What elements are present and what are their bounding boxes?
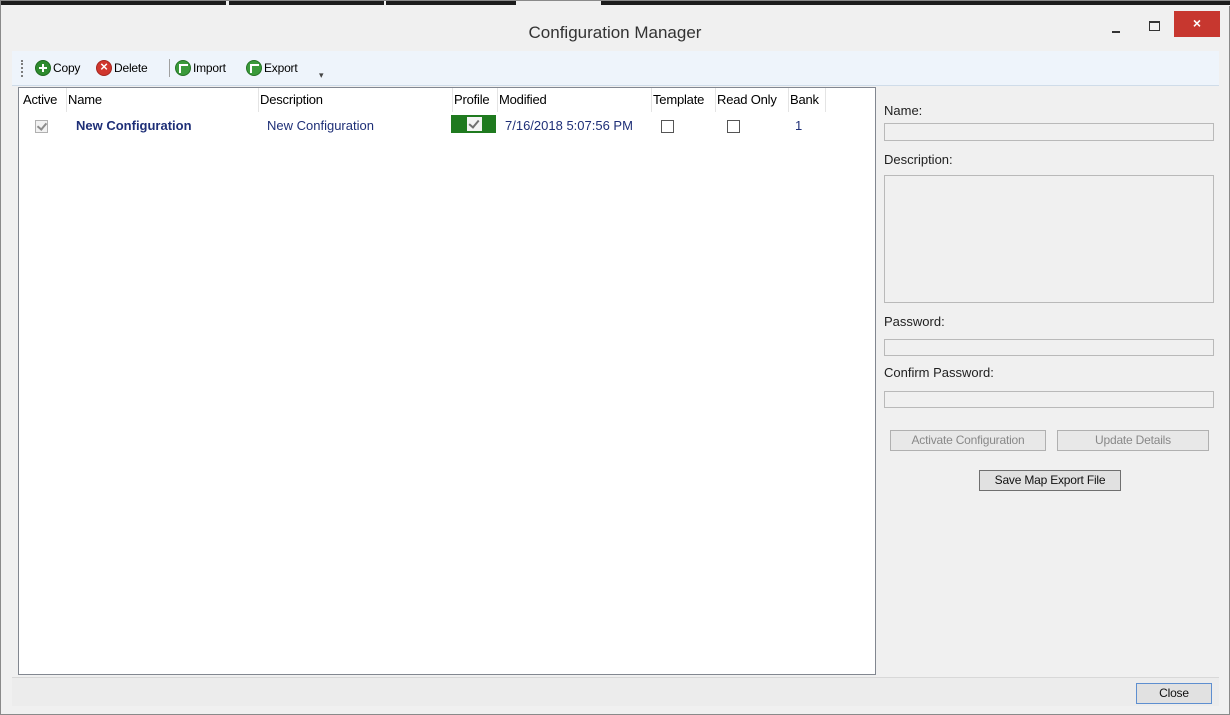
configuration-name-cell: New Configuration [76, 118, 192, 133]
copy-button[interactable]: Copy [35, 58, 80, 78]
column-header-profile[interactable]: Profile [454, 92, 490, 107]
grid-header: Active Name Description Profile Modified… [19, 88, 875, 112]
column-divider[interactable] [715, 88, 716, 112]
export-icon [246, 60, 262, 76]
modified-cell: 7/16/2018 5:07:56 PM [505, 118, 633, 133]
column-header-active[interactable]: Active [23, 92, 57, 107]
column-divider[interactable] [452, 88, 453, 112]
column-divider[interactable] [651, 88, 652, 112]
maximize-button[interactable] [1135, 10, 1173, 36]
name-field[interactable] [884, 123, 1214, 141]
read-only-checkbox[interactable] [727, 120, 740, 133]
bank-cell: 1 [795, 118, 803, 133]
column-divider[interactable] [258, 88, 259, 112]
column-divider[interactable] [825, 88, 826, 112]
description-field[interactable] [884, 175, 1214, 303]
column-header-bank[interactable]: Bank [790, 92, 819, 107]
delete-button[interactable]: Delete [96, 58, 148, 78]
configuration-description-cell: New Configuration [267, 118, 374, 133]
configuration-manager-window: Configuration Manager × Copy Delete Impo… [0, 0, 1230, 715]
import-icon [175, 60, 191, 76]
minimize-button[interactable] [1095, 10, 1133, 36]
add-icon [35, 60, 51, 76]
confirm-password-label: Confirm Password: [884, 365, 994, 380]
password-field[interactable] [884, 339, 1214, 356]
toolbar-grip[interactable] [21, 60, 25, 77]
import-button[interactable]: Import [175, 58, 226, 78]
template-checkbox[interactable] [661, 120, 674, 133]
column-divider[interactable] [66, 88, 67, 112]
table-row[interactable]: New Configuration New Configuration 7/16… [19, 112, 875, 140]
copy-label: Copy [53, 61, 81, 75]
status-bar [12, 677, 1219, 706]
update-details-button[interactable]: Update Details [1057, 430, 1209, 451]
description-label: Description: [884, 152, 953, 167]
import-label: Import [193, 61, 226, 75]
profile-checkbox[interactable] [467, 117, 482, 131]
delete-icon [96, 59, 112, 76]
save-map-export-file-button[interactable]: Save Map Export File [979, 470, 1121, 491]
name-label: Name: [884, 103, 923, 118]
close-window-button[interactable]: × [1174, 11, 1220, 37]
column-header-read-only[interactable]: Read Only [717, 92, 777, 107]
activate-configuration-button[interactable]: Activate Configuration [890, 430, 1046, 451]
toolbar: Copy Delete Import Export ▾ [12, 51, 1219, 86]
column-header-name[interactable]: Name [68, 92, 102, 107]
export-label: Export [264, 61, 298, 75]
column-header-modified[interactable]: Modified [499, 92, 547, 107]
window-title: Configuration Manager [528, 23, 702, 42]
toolbar-overflow-button[interactable]: ▾ [319, 70, 324, 81]
profile-checkbox-cell[interactable] [451, 115, 496, 133]
close-button[interactable]: Close [1136, 683, 1212, 704]
title-bar: Configuration Manager × [1, 6, 1229, 50]
column-divider[interactable] [497, 88, 498, 112]
column-header-template[interactable]: Template [653, 92, 704, 107]
password-label: Password: [884, 314, 945, 329]
configurations-grid[interactable]: Active Name Description Profile Modified… [18, 87, 876, 675]
column-divider[interactable] [788, 88, 789, 112]
delete-label: Delete [114, 61, 148, 75]
column-header-description[interactable]: Description [260, 92, 323, 107]
export-button[interactable]: Export [246, 58, 298, 78]
toolbar-separator [169, 59, 170, 77]
confirm-password-field[interactable] [884, 391, 1214, 408]
active-checkbox[interactable] [35, 120, 48, 133]
